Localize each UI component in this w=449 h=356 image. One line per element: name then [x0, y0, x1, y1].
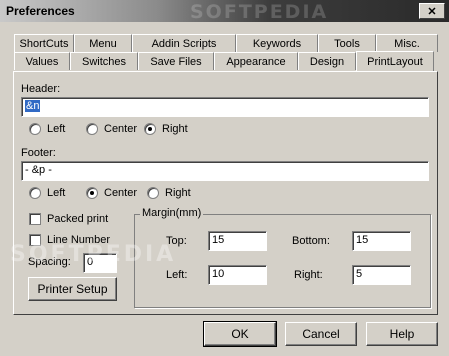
tab-menu[interactable]: Menu [74, 34, 132, 52]
margin-left-label: Left: [166, 269, 188, 281]
line-number-check-icon [29, 234, 41, 246]
footer-align-left[interactable]: Left [29, 187, 65, 199]
header-label: Header: [21, 83, 61, 95]
tab-misc[interactable]: Misc. [376, 34, 438, 52]
header-right-radio-icon [144, 123, 156, 135]
margin-bottom-input[interactable]: 15 [352, 231, 411, 251]
margin-top-input[interactable]: 15 [208, 231, 267, 251]
preferences-window: Preferences SOFTPEDIA ✕ ShortCuts Menu A… [0, 0, 449, 356]
header-align-left[interactable]: Left [29, 123, 65, 135]
margin-top-label: Top: [166, 235, 187, 247]
packed-print-checkbox[interactable]: Packed print [29, 213, 108, 225]
margin-right-input[interactable]: 5 [352, 265, 411, 285]
footer-align-center[interactable]: Center [86, 187, 137, 199]
footer-input[interactable]: - &p - [21, 161, 429, 181]
footer-align-right[interactable]: Right [147, 187, 191, 199]
footer-center-radio-icon [86, 187, 98, 199]
footer-right-radio-icon [147, 187, 159, 199]
title-bar: Preferences SOFTPEDIA ✕ [0, 0, 449, 23]
tab-appearance[interactable]: Appearance [214, 52, 298, 70]
ok-button[interactable]: OK [203, 321, 277, 347]
watermark-title: SOFTPEDIA [190, 1, 329, 23]
tab-save-files[interactable]: Save Files [138, 52, 214, 70]
margin-right-label: Right: [294, 269, 323, 281]
margin-left-input[interactable]: 10 [208, 265, 267, 285]
line-number-checkbox[interactable]: Line Number [29, 234, 110, 246]
tab-print-layout[interactable]: PrintLayout [356, 51, 434, 71]
margin-group-title: Margin(mm) [140, 207, 204, 219]
tab-tools[interactable]: Tools [318, 34, 376, 52]
header-center-radio-icon [86, 123, 98, 135]
spacing-input[interactable]: 0 [83, 253, 117, 273]
header-input[interactable]: &n [21, 97, 429, 117]
tab-keywords[interactable]: Keywords [236, 34, 318, 52]
window-title: Preferences [6, 4, 75, 18]
printer-setup-button[interactable]: Printer Setup [28, 277, 117, 301]
footer-left-radio-icon [29, 187, 41, 199]
spacing-label: Spacing: [28, 256, 71, 268]
print-layout-panel: Header: &n Left Center Right Footer: - &… [13, 71, 438, 315]
tab-switches[interactable]: Switches [70, 52, 138, 70]
tab-values[interactable]: Values [14, 52, 70, 70]
margin-group [134, 214, 431, 308]
packed-print-check-icon [29, 213, 41, 225]
header-left-radio-icon [29, 123, 41, 135]
margin-bottom-label: Bottom: [292, 235, 330, 247]
cancel-button[interactable]: Cancel [285, 322, 357, 346]
tab-addin-scripts[interactable]: Addin Scripts [132, 34, 236, 52]
tab-shortcuts[interactable]: ShortCuts [14, 34, 74, 52]
help-button[interactable]: Help [366, 322, 438, 346]
close-icon: ✕ [427, 5, 437, 18]
header-align-center[interactable]: Center [86, 123, 137, 135]
header-align-right[interactable]: Right [144, 123, 188, 135]
close-button[interactable]: ✕ [419, 3, 445, 19]
footer-label: Footer: [21, 147, 56, 159]
tab-design[interactable]: Design [298, 52, 356, 70]
header-value: &n [25, 100, 41, 112]
